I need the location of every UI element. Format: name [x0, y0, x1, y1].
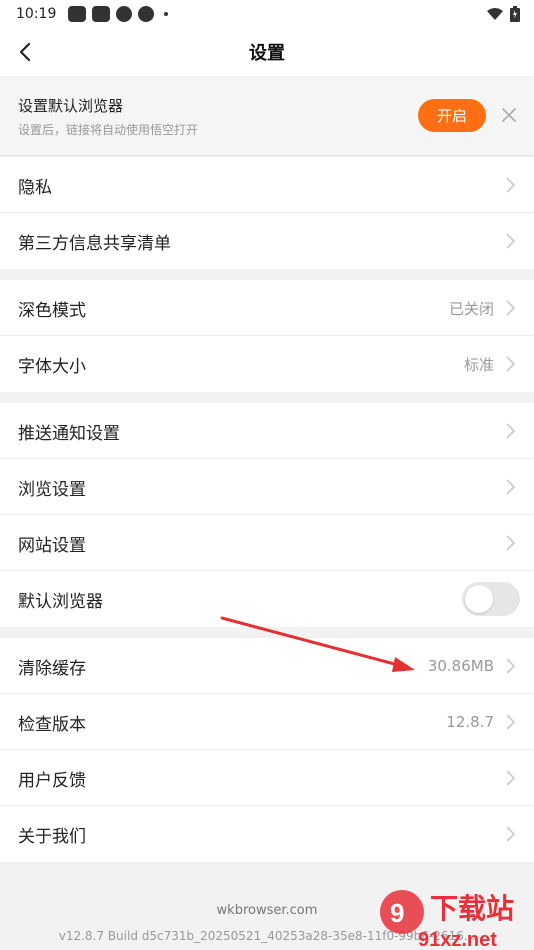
annotation-arrow	[220, 616, 415, 672]
footer-domain: wkbrowser.com	[216, 903, 318, 918]
footer-build-info: v12.8.7 Build d5c731b_20250521_40253a28-…	[58, 929, 476, 943]
